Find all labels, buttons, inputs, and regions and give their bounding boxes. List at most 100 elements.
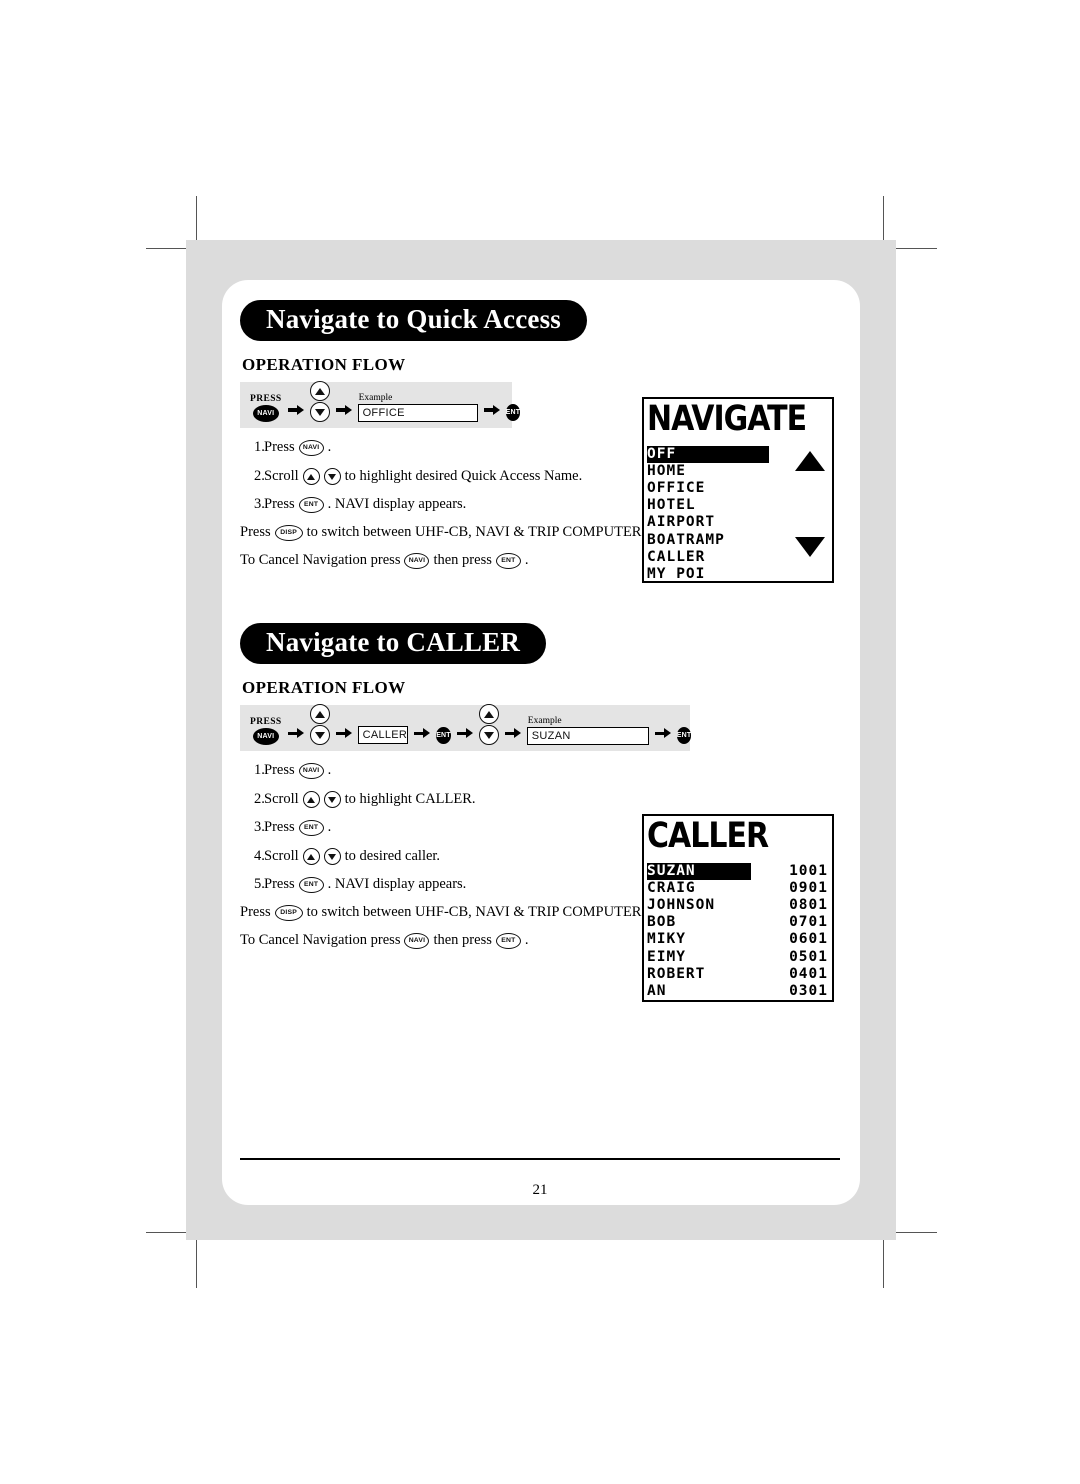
- note-text-tail: .: [524, 932, 529, 949]
- step-text: Press: [264, 496, 295, 513]
- lcd-row[interactable]: AN 0301: [647, 983, 832, 1000]
- ent-key-button[interactable]: ENT: [505, 404, 521, 422]
- flow-arrow-icon: [287, 404, 304, 416]
- step-item: 1. Press NAVI .: [240, 762, 844, 780]
- flow-arrow-icon: [335, 404, 352, 416]
- down-arrow-icon[interactable]: [323, 468, 341, 486]
- lcd-row-label: MIKY: [647, 931, 686, 948]
- lcd-row-value: 0701: [789, 914, 828, 931]
- press-label: PRESS: [250, 393, 282, 404]
- step-text-tail: .: [327, 762, 332, 779]
- down-arrow-icon[interactable]: [478, 725, 499, 746]
- lcd-row[interactable]: BOB 0701: [647, 914, 832, 931]
- lcd-scroll-up-indicator[interactable]: [795, 451, 825, 471]
- lcd-title: CALLER: [647, 816, 769, 857]
- press-navi-block: PRESS NAVI: [250, 716, 282, 746]
- down-arrow-icon[interactable]: [309, 402, 330, 423]
- flow-arrow-icon: [654, 727, 671, 739]
- up-arrow-icon[interactable]: [302, 468, 320, 486]
- navi-key-inline[interactable]: NAVI: [404, 933, 430, 950]
- operation-flow-diagram-caller: PRESS NAVI CALLER ENT Example SUZAN ENT: [240, 704, 692, 752]
- step-number: 4.: [254, 847, 265, 864]
- lcd-row[interactable]: JOHNSON 0801: [647, 897, 832, 914]
- disp-key-inline[interactable]: DISP: [274, 525, 303, 542]
- lcd-scroll-down-indicator[interactable]: [795, 537, 825, 557]
- lcd-row[interactable]: CRAIG 0901: [647, 880, 832, 897]
- note-text: Press: [240, 904, 271, 921]
- disp-key-inline[interactable]: DISP: [274, 905, 303, 922]
- step-number: 5.: [254, 876, 265, 893]
- up-arrow-icon[interactable]: [302, 848, 320, 866]
- note-text-tail: to switch between UHF-CB, NAVI & TRIP CO…: [306, 904, 697, 921]
- lcd-row[interactable]: TOSHI 0201: [647, 1000, 832, 1001]
- ent-key-button[interactable]: ENT: [436, 727, 451, 745]
- ent-key-inline[interactable]: ENT: [298, 820, 324, 837]
- operation-flow-heading-caller: OPERATION FLOW: [242, 678, 406, 698]
- down-arrow-icon[interactable]: [309, 725, 330, 746]
- lcd-row[interactable]: EIMY 0501: [647, 949, 832, 966]
- lcd-row-label: CALLER: [647, 548, 706, 565]
- step-text-tail: .: [327, 819, 332, 836]
- lcd-row[interactable]: OFFICE: [647, 480, 832, 497]
- example-label: Example: [527, 715, 562, 726]
- lcd-row[interactable]: AIRPORT: [647, 514, 832, 531]
- footer-rule: [240, 1158, 840, 1160]
- lcd-row[interactable]: MY POI: [647, 566, 832, 581]
- navigate-lcd-display: NAVIGATE OFF HOME OFFICE HOTEL AIRPORT BOATRA…: [642, 397, 834, 583]
- scroll-up-icon: [795, 451, 825, 471]
- crop-mark-bottom-left-vertical: [196, 1236, 197, 1288]
- lcd-row-value: 0501: [789, 948, 828, 965]
- note-text-tail: .: [524, 552, 529, 569]
- up-arrow-icon[interactable]: [478, 704, 499, 725]
- note-text-mid: then press: [433, 552, 492, 569]
- navi-key-button[interactable]: NAVI: [252, 728, 279, 746]
- example-value-field[interactable]: SUZAN: [526, 727, 649, 746]
- lcd-row-label: OFFICE: [647, 480, 706, 497]
- navi-key-button[interactable]: NAVI: [252, 405, 279, 423]
- ent-key-inline[interactable]: ENT: [495, 933, 521, 950]
- lcd-row-label: CRAIG: [647, 880, 696, 897]
- lcd-row-label: AN: [647, 982, 667, 999]
- updown-keys-group: [309, 381, 330, 423]
- updown-keys-group: [478, 704, 499, 746]
- ent-key-inline[interactable]: ENT: [298, 497, 324, 514]
- scroll-down-icon: [795, 537, 825, 557]
- step-text: Scroll: [264, 467, 299, 484]
- navi-key-inline[interactable]: NAVI: [298, 440, 324, 457]
- lcd-row[interactable]: SUZAN 1001: [647, 863, 832, 881]
- ent-key-inline[interactable]: ENT: [298, 877, 324, 894]
- caller-value-field[interactable]: CALLER: [357, 726, 409, 745]
- navi-key-inline[interactable]: NAVI: [298, 763, 324, 780]
- lcd-row[interactable]: MIKY 0601: [647, 931, 832, 948]
- note-text-tail: to switch between UHF-CB, NAVI & TRIP CO…: [306, 524, 697, 541]
- lcd-row-value: 0801: [789, 897, 828, 914]
- example-value-field[interactable]: OFFICE: [357, 404, 478, 423]
- step-text-tail: to highlight desired Quick Access Name.: [344, 467, 583, 484]
- step-text: Press: [264, 439, 295, 456]
- example-field-office: Example OFFICE: [357, 393, 478, 423]
- ent-key-button-2[interactable]: ENT: [676, 727, 692, 745]
- down-arrow-icon[interactable]: [323, 791, 341, 809]
- navi-key-inline[interactable]: NAVI: [404, 553, 430, 570]
- lcd-row-label: EIMY: [647, 948, 686, 965]
- step-text: Press: [264, 876, 295, 893]
- ent-key-inline[interactable]: ENT: [495, 553, 521, 570]
- operation-flow-heading-quick-access: OPERATION FLOW: [242, 355, 406, 375]
- note-text: To Cancel Navigation press: [240, 552, 401, 569]
- up-arrow-icon[interactable]: [302, 791, 320, 809]
- lcd-row[interactable]: ROBERT 0401: [647, 966, 832, 983]
- lcd-row-value: 0601: [789, 931, 828, 948]
- down-arrow-icon[interactable]: [323, 848, 341, 866]
- step-text: Scroll: [264, 790, 299, 807]
- flow-arrow-icon: [504, 727, 521, 739]
- step-text: Scroll: [264, 847, 299, 864]
- step-number: 1.: [254, 439, 265, 456]
- up-arrow-icon[interactable]: [309, 381, 330, 402]
- flow-arrow-icon: [414, 727, 431, 739]
- press-label: PRESS: [250, 716, 282, 727]
- flow-arrow-icon: [335, 727, 352, 739]
- note-text: Press: [240, 524, 271, 541]
- lcd-row[interactable]: HOTEL: [647, 497, 832, 514]
- up-arrow-icon[interactable]: [309, 704, 330, 725]
- note-text: To Cancel Navigation press: [240, 932, 401, 949]
